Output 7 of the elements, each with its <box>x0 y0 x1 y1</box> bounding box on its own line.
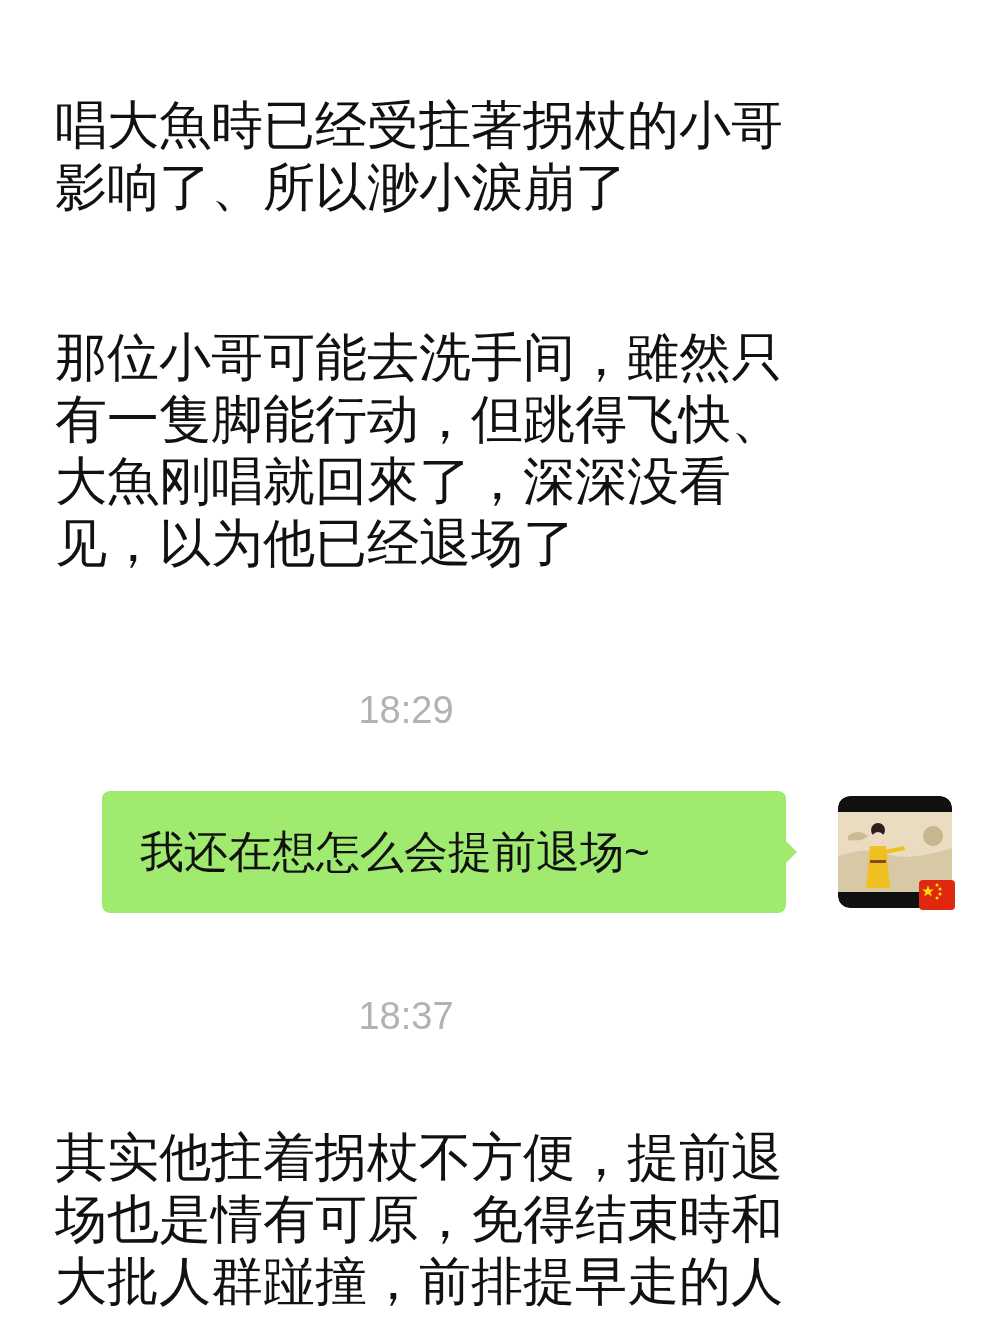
message-text: 那位小哥可能去洗手间，雖然只有一隻脚能行动，但跳得飞快、大魚刚唱就回來了，深深没看见，以为他已经退场了 <box>55 327 784 574</box>
message-text: 我还在想怎么会提前退场~ <box>140 826 650 878</box>
message-text: 其实他拄着拐杖不方便，提前退场也是情有可原，免得结束時和大批人群踫撞，前排提早走的人 <box>55 1127 784 1312</box>
flag-icon <box>919 880 955 910</box>
timestamp: 18:37 <box>358 996 454 1036</box>
timestamp: 18:29 <box>358 690 454 730</box>
message-text: 唱大魚時已经受拄著拐杖的小哥影响了、所以渺小淚崩了 <box>55 95 784 218</box>
